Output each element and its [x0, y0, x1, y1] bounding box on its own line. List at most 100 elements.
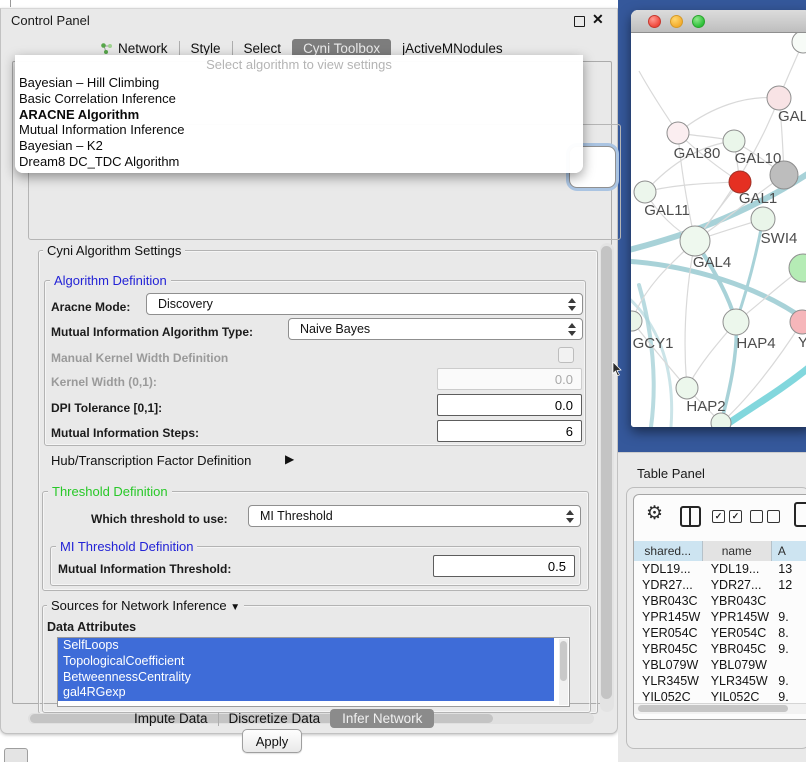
network-node-label: Y: [798, 334, 806, 351]
apply-button[interactable]: Apply: [242, 729, 302, 753]
network-node-hap4[interactable]: [723, 309, 749, 335]
divider-tick: [10, 0, 11, 7]
attribute-list-item[interactable]: SelfLoops: [58, 638, 554, 654]
network-node[interactable]: [789, 254, 806, 282]
network-view-window: GALGAL80GAL10GAL1GAL11SWI4GAL4GCY1HAP4YH…: [631, 10, 806, 427]
data-attributes-list[interactable]: SelfLoopsTopologicalCoefficientBetweenne…: [57, 637, 570, 707]
network-node-gal80[interactable]: [667, 122, 689, 144]
mi-algorithm-type-select[interactable]: Naive Bayes: [288, 318, 583, 340]
table-row[interactable]: YBR045CYBR045C9.: [634, 641, 806, 657]
table-cell: YBL079W: [634, 657, 703, 673]
mi-type-label: Mutual Information Algorithm Type:: [51, 325, 253, 339]
column-header-name[interactable]: name: [703, 541, 772, 561]
kernel-width-label: Kernel Width (0,1):: [51, 375, 157, 389]
table-cell: [772, 657, 806, 673]
attribute-list-item[interactable]: TopologicalCoefficient: [58, 654, 554, 670]
close-traffic-light[interactable]: [648, 15, 661, 28]
which-threshold-select[interactable]: MI Threshold: [248, 505, 581, 527]
table-cell: YIL052C: [703, 689, 773, 703]
column-header-partial[interactable]: A: [772, 541, 806, 561]
window-titlebar[interactable]: [631, 10, 806, 33]
checked-box-icon: ✓: [712, 510, 725, 523]
node-table: ⚙ ✓ ✓ shared... name A: [633, 494, 806, 720]
unchecked-box-icon: [767, 510, 780, 523]
tab-infer-network[interactable]: Infer Network: [330, 709, 434, 728]
show-columns-icon[interactable]: [680, 506, 701, 527]
bottom-tab-bar: Impute Data Discretize Data Infer Networ…: [124, 708, 434, 729]
attribute-list-item[interactable]: BetweennessCentrality: [58, 670, 554, 686]
table-panel-title: Table Panel: [637, 466, 705, 481]
zoom-traffic-light[interactable]: [692, 15, 705, 28]
network-graph: GALGAL80GAL10GAL1GAL11SWI4GAL4GCY1HAP4YH…: [631, 33, 806, 427]
dropdown-item[interactable]: Dream8 DC_TDC Algorithm: [15, 154, 583, 170]
network-canvas[interactable]: GALGAL80GAL10GAL1GAL11SWI4GAL4GCY1HAP4YH…: [631, 33, 806, 427]
table-row[interactable]: YER054CYER054C8.: [634, 625, 806, 641]
table-cell: YPR145W: [703, 609, 773, 625]
minimize-traffic-light[interactable]: [670, 15, 683, 28]
table-cell: YDL19...: [703, 561, 773, 577]
network-node-gal10[interactable]: [723, 130, 745, 152]
mi-steps-field[interactable]: 6: [437, 420, 582, 442]
network-node-gal[interactable]: [767, 86, 791, 110]
table-cell: YBR043C: [634, 593, 703, 609]
table-row[interactable]: YBL079WYBL079W: [634, 657, 806, 673]
table-row[interactable]: YDR27...YDR27...12: [634, 577, 806, 593]
dropdown-item[interactable]: Bayesian – K2: [15, 138, 583, 154]
table-panel: Table Panel ⚙ ✓ ✓ shared.: [618, 452, 806, 762]
dropdown-item[interactable]: ARACNE Algorithm: [15, 107, 583, 123]
table-row[interactable]: YIL052CYIL052C9.: [634, 689, 806, 703]
network-node-hap2[interactable]: [676, 377, 698, 399]
table-row[interactable]: YBR043CYBR043C: [634, 593, 806, 609]
tab-discretize-data[interactable]: Discretize Data: [219, 709, 331, 728]
table-cell: [772, 593, 806, 609]
dpi-tolerance-field[interactable]: 0.0: [437, 394, 582, 416]
table-horizontal-scrollbar[interactable]: [634, 703, 806, 714]
group-title: Algorithm Definition: [50, 273, 171, 288]
unchecked-box-icon: [750, 510, 763, 523]
network-node-gcy1[interactable]: [631, 311, 642, 331]
tab-label: Select: [244, 41, 282, 56]
table-row[interactable]: YPR145WYPR145W9.: [634, 609, 806, 625]
dropdown-item[interactable]: Bayesian – Hill Climbing: [15, 75, 583, 91]
network-node-gal4[interactable]: [680, 226, 710, 256]
select-all-icon[interactable]: ✓ ✓: [712, 510, 742, 523]
table-row[interactable]: YDL19...YDL19...13: [634, 561, 806, 577]
scrollbar-thumb[interactable]: [601, 246, 612, 699]
manual-kernel-checkbox[interactable]: [558, 347, 574, 363]
network-node-label: GAL4: [693, 254, 731, 271]
collapsed-panel-button[interactable]: [4, 748, 28, 762]
aracne-mode-select[interactable]: Discovery: [146, 293, 583, 315]
selected-value: Discovery: [158, 297, 213, 311]
column-header-shared-name[interactable]: shared...: [634, 541, 703, 561]
kernel-width-field[interactable]: 0.0: [437, 368, 582, 390]
algorithm-dropdown-popup: Select algorithm to view settings Bayesi…: [15, 55, 583, 173]
hub-definition-expander[interactable]: Hub/Transcription Factor Definition: [51, 453, 251, 468]
network-node-label: GAL11: [644, 202, 690, 219]
tab-impute-data[interactable]: Impute Data: [124, 709, 218, 728]
scrollbar-thumb[interactable]: [638, 705, 788, 712]
list-scrollbar[interactable]: [559, 639, 568, 705]
mi-threshold-label: Mutual Information Threshold:: [58, 562, 231, 576]
mouse-cursor: [612, 362, 624, 376]
collapse-arrow-icon[interactable]: ▼: [230, 602, 240, 613]
deselect-all-icon[interactable]: [750, 510, 780, 523]
table-cell: YBR045C: [703, 641, 773, 657]
expander-arrow-icon[interactable]: ▶: [285, 452, 294, 466]
export-table-icon[interactable]: [794, 502, 806, 527]
dropdown-item[interactable]: Basic Correlation Inference: [15, 91, 583, 107]
network-node-swi4[interactable]: [751, 207, 775, 231]
dropdown-item[interactable]: Mutual Information Inference: [15, 122, 583, 138]
mi-threshold-field[interactable]: 0.5: [433, 555, 575, 577]
close-icon[interactable]: ✕: [592, 11, 604, 28]
float-window-icon[interactable]: [574, 16, 585, 27]
scrollbar-thumb[interactable]: [560, 641, 567, 681]
aracne-mode-label: Aracne Mode:: [51, 300, 130, 314]
table-row[interactable]: YLR345WYLR345W9.: [634, 673, 806, 689]
attribute-list-item[interactable]: gal4RGexp: [58, 685, 554, 701]
table-cell: YLR345W: [634, 673, 703, 689]
table-subpanel: ⚙ ✓ ✓ shared... name A: [626, 487, 806, 749]
gear-icon[interactable]: ⚙: [646, 502, 663, 525]
network-node-gal11[interactable]: [634, 181, 656, 203]
sources-group-title[interactable]: Sources for Network Inference ▼: [47, 598, 244, 613]
network-node[interactable]: [792, 33, 806, 53]
